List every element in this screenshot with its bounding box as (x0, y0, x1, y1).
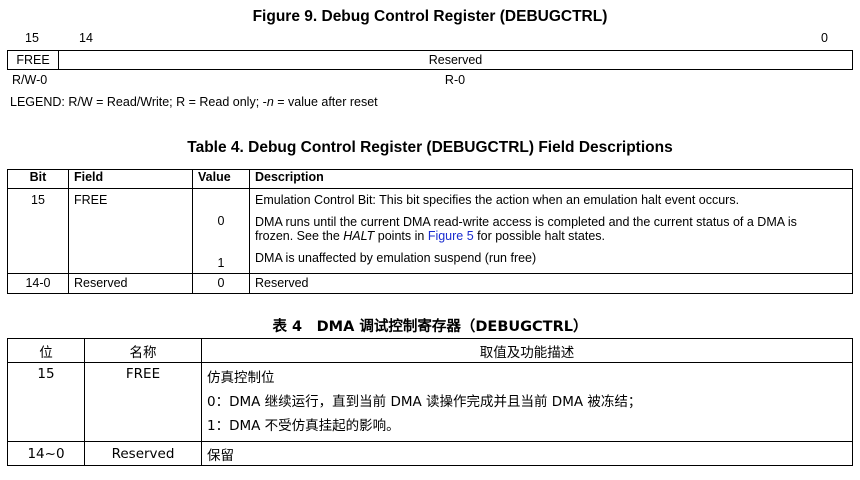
legend-n: n (266, 95, 274, 109)
cell-name-cn: Reserved (84, 441, 202, 466)
cell-bit-cn: 14~0 (7, 441, 85, 466)
table-en-header-row: Bit Field Value Description (7, 169, 853, 189)
header-name-cn: 名称 (84, 338, 202, 363)
desc-0-b-pre: frozen. See the (255, 229, 344, 243)
table-row: 14-0 Reserved 0 Reserved (7, 273, 853, 294)
table-row: 15 FREE 仿真控制位 0：DMA 继续运行，直到当前 DMA 读操作完成并… (7, 362, 853, 442)
table-en-title: Table 4. Debug Control Register (DEBUGCT… (187, 139, 673, 156)
value-1: 1 (217, 256, 225, 270)
legend: LEGEND: R/W = Read/Write; R = Read only;… (10, 95, 378, 109)
cell-field: Reserved (68, 273, 193, 294)
register-field-reserved: Reserved (428, 53, 483, 67)
cell-desc-cn: 仿真控制位 0：DMA 继续运行，直到当前 DMA 读操作完成并且当前 DMA … (201, 362, 853, 442)
table-cn: 位 名称 取值及功能描述 15 FREE 仿真控制位 0：DMA 继续运行，直到… (7, 338, 853, 466)
cell-description: Reserved (249, 273, 853, 294)
legend-prefix: LEGEND: R/W = Read/Write; R = Read only;… (10, 95, 267, 109)
desc-1: DMA is unaffected by emulation suspend (… (255, 251, 537, 265)
access-reserved: R-0 (444, 73, 466, 87)
table-cn-title: 表 4 DMA 调试控制寄存器（DEBUGCTRL） (272, 319, 588, 335)
header-field: Field (68, 169, 193, 189)
header-bit-cn: 位 (7, 338, 85, 363)
value-0: 0 (217, 214, 225, 228)
desc-halt: HALT (343, 229, 375, 243)
register-field-free: FREE (8, 51, 59, 69)
table-row: 15 FREE 0 1 Emulation Control Bit: This … (7, 188, 853, 274)
cell-desc-cn: 保留 (201, 441, 853, 466)
bit-label-15: 15 (25, 31, 39, 45)
figure-title: Figure 9. Debug Control Register (DEBUGC… (252, 8, 608, 25)
cell-bit-cn: 15 (7, 362, 85, 442)
desc-main: Emulation Control Bit: This bit specifie… (255, 193, 740, 207)
figure-5-link[interactable]: Figure 5 (428, 229, 474, 243)
cell-value: 0 1 (192, 188, 250, 274)
cell-field: FREE (68, 188, 193, 274)
header-desc-cn: 取值及功能描述 (201, 338, 853, 363)
desc-cn-line-3: 1：DMA 不受仿真挂起的影响。 (207, 418, 400, 434)
desc-0-b-mid: points in (374, 229, 428, 243)
desc-0-b-post: for possible halt states. (473, 229, 605, 243)
table-row: 14~0 Reserved 保留 (7, 441, 853, 466)
desc-cn-line-2: 0：DMA 继续运行，直到当前 DMA 读操作完成并且当前 DMA 被冻结； (207, 394, 642, 410)
bit-label-14: 14 (79, 31, 93, 45)
header-bit: Bit (7, 169, 69, 189)
bit-label-0: 0 (821, 31, 828, 45)
desc-0-a: DMA runs until the current DMA read-writ… (255, 215, 797, 229)
cell-description: Emulation Control Bit: This bit specifie… (249, 188, 853, 274)
desc-0-b: frozen. See the HALT points in Figure 5 … (255, 229, 847, 249)
cell-value: 0 (192, 273, 250, 294)
header-description: Description (249, 169, 853, 189)
cell-bit: 14-0 (7, 273, 69, 294)
cell-bit: 15 (7, 188, 69, 274)
header-value: Value (192, 169, 250, 189)
table-cn-header-row: 位 名称 取值及功能描述 (7, 338, 853, 363)
cell-name-cn: FREE (84, 362, 202, 442)
desc-cn-line-1: 仿真控制位 (207, 370, 275, 386)
table-en: Bit Field Value Description 15 FREE 0 1 … (7, 169, 853, 294)
legend-suffix: = value after reset (273, 95, 378, 109)
register-diagram: FREE Reserved (7, 50, 853, 70)
